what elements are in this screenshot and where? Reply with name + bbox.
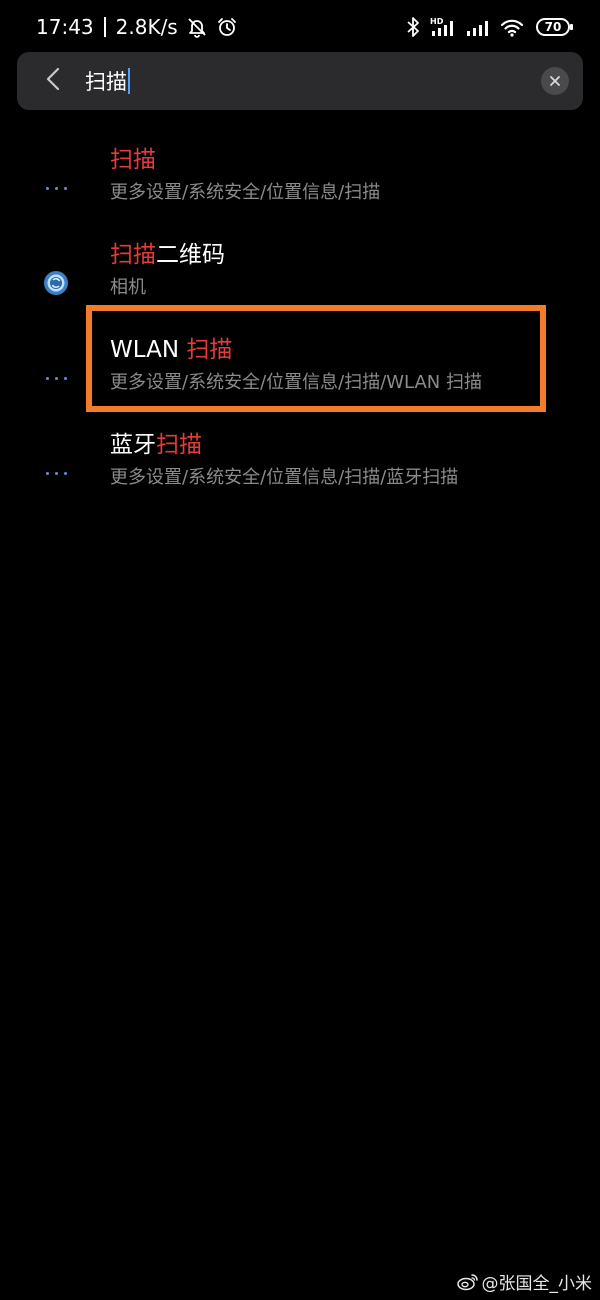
title-highlight: 扫描 — [110, 242, 156, 268]
bell-off-icon — [186, 16, 208, 38]
title-prefix: WLAN — [110, 337, 187, 363]
status-net-speed: 2.8K/s — [115, 15, 178, 39]
search-input[interactable]: 扫描 — [85, 65, 465, 97]
title-highlight: 扫描 — [156, 432, 202, 458]
result-path: 更多设置/系统安全/位置信息/扫描 — [110, 182, 381, 203]
status-bar: 17:43 2.8K/s HD 70 — [0, 0, 600, 52]
title-suffix: 二维码 — [156, 242, 225, 268]
clear-button[interactable] — [541, 67, 569, 95]
title-prefix: 蓝牙 — [110, 432, 156, 458]
result-title: 扫描二维码 — [110, 238, 225, 272]
watermark-text: @张国全_小米 — [481, 1274, 593, 1294]
battery-level: 70 — [544, 20, 562, 34]
result-path: 相机 — [110, 277, 146, 298]
bluetooth-icon — [406, 16, 420, 38]
result-path: 更多设置/系统安全/位置信息/扫描/蓝牙扫描 — [110, 467, 459, 488]
status-left: 17:43 2.8K/s — [36, 14, 238, 40]
more-dots-icon — [42, 364, 70, 392]
status-time: 17:43 — [36, 15, 94, 39]
wifi-icon — [500, 16, 524, 38]
back-button[interactable] — [37, 64, 69, 98]
result-title: 蓝牙扫描 — [110, 428, 202, 462]
camera-icon — [42, 269, 70, 297]
status-right: HD 70 — [396, 14, 573, 40]
search-query: 扫描 — [85, 70, 127, 94]
text-caret — [128, 68, 130, 94]
watermark: @张国全_小米 — [456, 1269, 593, 1294]
weibo-icon — [456, 1273, 479, 1291]
hd-signal-icon: HD — [430, 16, 456, 38]
clear-icon — [549, 72, 561, 91]
more-dots-icon — [42, 459, 70, 487]
alarm-icon — [216, 16, 238, 38]
result-item-wlan-scan[interactable]: WLAN 扫描 更多设置/系统安全/位置信息/扫描/WLAN 扫描 — [0, 333, 600, 428]
result-item-scan-qrcode[interactable]: 扫描二维码 相机 — [0, 238, 600, 333]
result-title: 扫描 — [110, 143, 156, 177]
title-highlight: 扫描 — [110, 147, 156, 173]
result-item-scan[interactable]: 扫描 更多设置/系统安全/位置信息/扫描 — [0, 143, 600, 238]
back-arrow-icon — [46, 67, 60, 95]
svg-text:HD: HD — [430, 17, 444, 26]
result-title: WLAN 扫描 — [110, 333, 232, 367]
result-item-bluetooth-scan[interactable]: 蓝牙扫描 更多设置/系统安全/位置信息/扫描/蓝牙扫描 — [0, 428, 600, 523]
more-dots-icon — [42, 174, 70, 202]
battery-icon: 70 — [536, 18, 573, 36]
search-bar: 扫描 — [17, 52, 583, 110]
signal-icon — [466, 16, 490, 38]
status-separator — [103, 17, 106, 37]
title-highlight: 扫描 — [186, 337, 233, 363]
result-path: 更多设置/系统安全/位置信息/扫描/WLAN 扫描 — [110, 372, 482, 393]
